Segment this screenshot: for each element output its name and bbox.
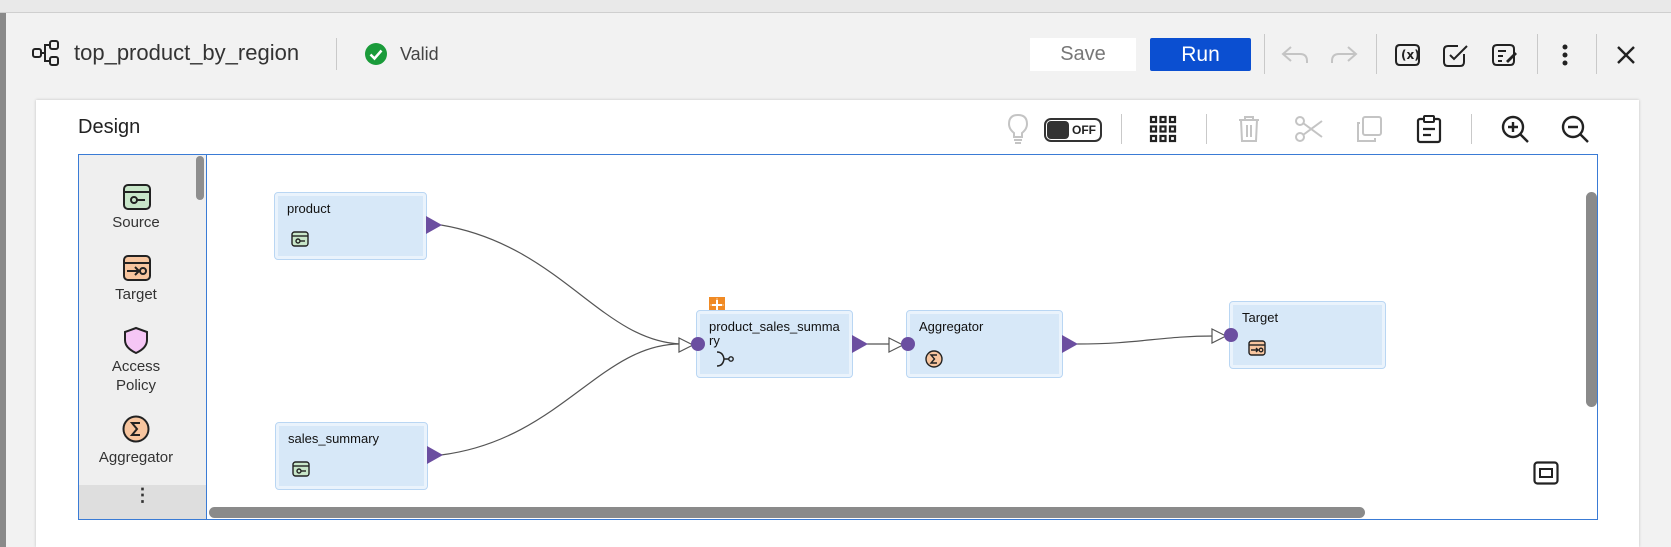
output-port[interactable] — [852, 335, 868, 358]
source-icon — [292, 461, 310, 482]
source-icon — [291, 231, 309, 252]
horizontal-scrollbar[interactable] — [209, 507, 1365, 518]
output-port[interactable] — [1062, 335, 1078, 358]
connection-lines — [440, 224, 1215, 456]
node-aggregator[interactable]: Aggregator — [906, 310, 1063, 378]
input-port[interactable] — [690, 336, 706, 357]
node-label: Target — [1242, 310, 1279, 325]
fit-to-screen-icon[interactable] — [1533, 461, 1559, 490]
node-sales-summary[interactable]: sales_summary — [275, 422, 428, 490]
node-joiner[interactable]: product_sales_summa ry — [696, 310, 853, 378]
link-sales-joiner — [440, 343, 681, 456]
joiner-icon — [715, 350, 735, 373]
vertical-scrollbar[interactable] — [1586, 192, 1597, 407]
output-port[interactable] — [426, 216, 442, 239]
node-product[interactable]: product — [274, 192, 427, 260]
node-label: sales_summary — [288, 431, 380, 446]
link-product-joiner — [440, 224, 681, 345]
input-port[interactable] — [1223, 327, 1239, 348]
output-port[interactable] — [427, 446, 443, 469]
node-label: Aggregator — [919, 319, 984, 334]
target-icon — [1248, 340, 1266, 361]
input-port[interactable] — [900, 336, 916, 357]
node-label: product_sales_summa ry — [709, 319, 840, 348]
node-target[interactable]: Target — [1229, 301, 1386, 369]
aggregator-icon — [925, 350, 943, 373]
node-label: product — [287, 201, 331, 216]
link-aggregator-target — [1076, 335, 1215, 345]
